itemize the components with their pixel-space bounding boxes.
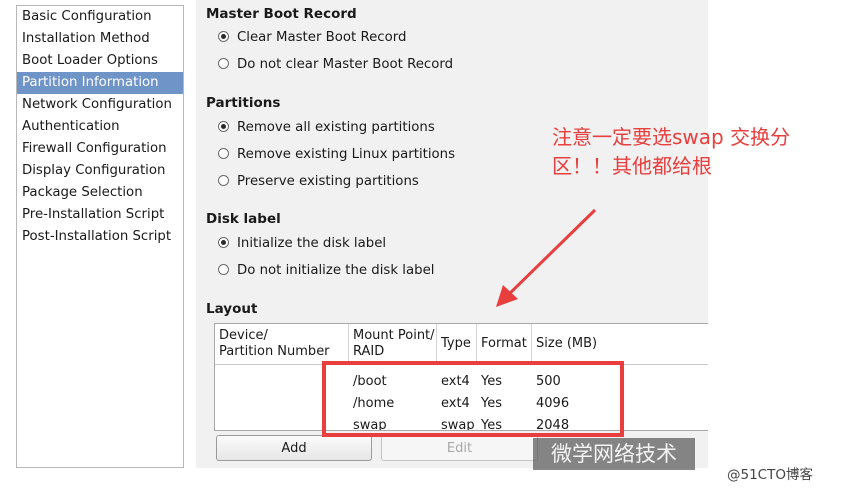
annotation-arrow-icon bbox=[496, 208, 597, 307]
annotation-text: 注意一定要选swap 交换分区！！其他都给根 bbox=[552, 125, 791, 178]
credit-text: @51CTO博客 bbox=[727, 467, 813, 483]
watermark: 微学网络技术 bbox=[533, 438, 695, 470]
